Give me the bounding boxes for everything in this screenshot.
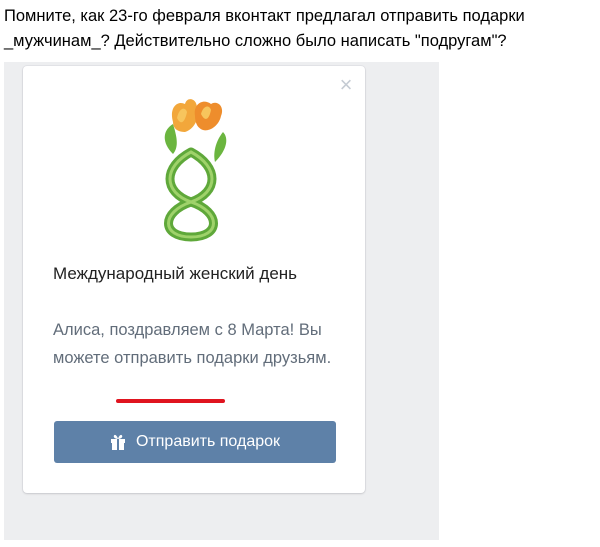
red-underline-annotation: [116, 399, 225, 403]
close-icon[interactable]: ×: [337, 74, 355, 96]
gift-icon: [110, 434, 125, 450]
send-gift-button[interactable]: Отправить подарок: [54, 421, 336, 463]
embedded-screenshot: × Международный женский день Алиса, позд…: [4, 62, 439, 540]
send-gift-button-label: Отправить подарок: [135, 433, 281, 450]
card-title: Международный женский день: [53, 264, 298, 283]
post-text: Помните, как 23-го февраля вконтакт пред…: [4, 7, 525, 50]
card-description: Алиса, поздравляем с 8 Марта! Вы можете …: [53, 321, 332, 367]
tulip-eight-illustration: [164, 99, 227, 242]
gift-promo-card: × Международный женский день Алиса, позд…: [23, 66, 365, 493]
